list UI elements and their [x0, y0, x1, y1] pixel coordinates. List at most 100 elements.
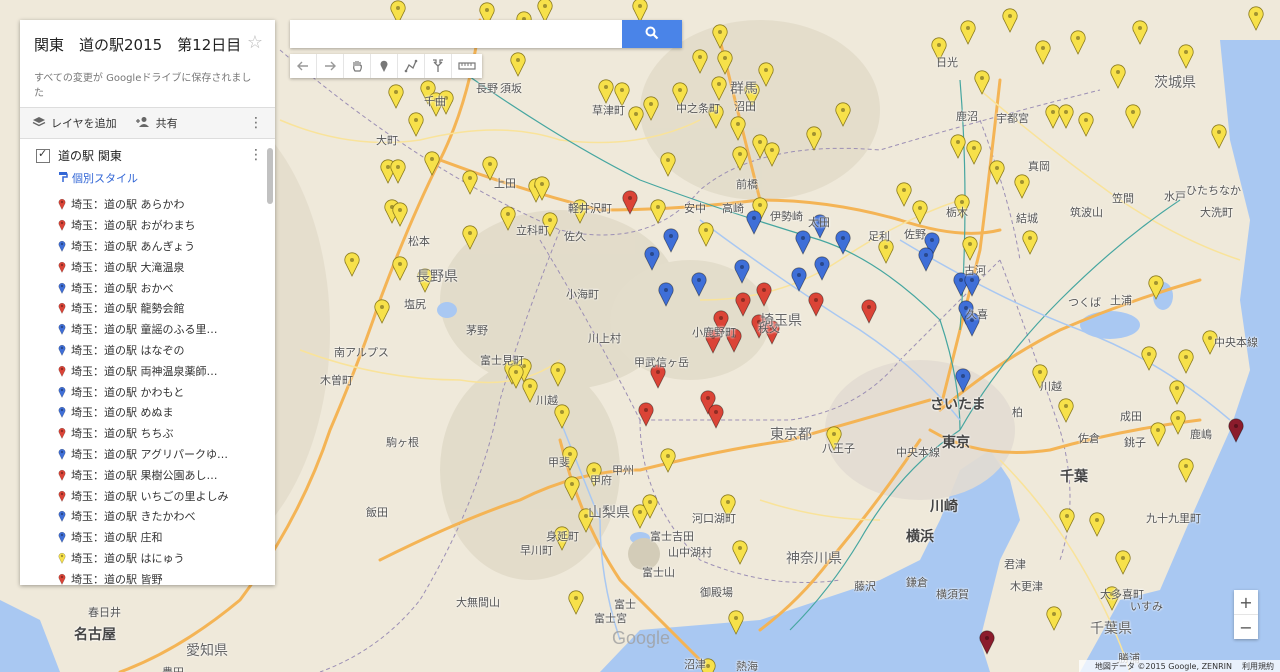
map-label: 千葉県	[1090, 621, 1132, 637]
marker-icon[interactable]	[371, 54, 398, 78]
layer-options-icon[interactable]: ⋮	[249, 147, 263, 163]
map-label: 立科町	[516, 224, 549, 237]
place-list-label: 埼玉：道の駅 果樹公園あし…	[71, 468, 218, 482]
place-list-item[interactable]: 埼玉：道の駅 両神温泉薬師…	[58, 360, 275, 381]
blue-marker-icon	[58, 344, 66, 356]
map-label: 草津町	[592, 104, 625, 117]
map-label: つくば	[1068, 296, 1101, 309]
red-marker-icon	[58, 365, 66, 377]
map-legend-panel: 関東 道の駅2015 第12日目 ☆ すべての変更が Googleドライブに保存…	[20, 20, 275, 585]
line-icon[interactable]	[398, 54, 425, 78]
zoom-out-button[interactable]: −	[1234, 615, 1258, 639]
place-list-label: 埼玉：道の駅 あんぎょう	[71, 239, 195, 253]
place-list-item[interactable]: 埼玉：道の駅 龍勢会館	[58, 298, 275, 319]
map-label: 筑波山	[1070, 206, 1103, 219]
map-title[interactable]: 関東 道の駅2015 第12日目	[34, 34, 261, 55]
more-options-icon[interactable]: ⋮	[249, 115, 263, 131]
share-label: 共有	[155, 117, 178, 130]
place-list-label: 埼玉：道の駅 かわもと	[71, 385, 185, 399]
blue-marker-icon	[58, 324, 66, 336]
search-input[interactable]	[290, 20, 622, 48]
layer-checkbox[interactable]	[36, 147, 50, 163]
redo-icon[interactable]	[317, 54, 344, 78]
map-label: 横須賀	[936, 588, 969, 601]
place-list-item[interactable]: 埼玉：道の駅 いちごの里よしみ	[58, 485, 275, 506]
map-label: 銚子	[1124, 436, 1146, 449]
map-label: 小鹿野町	[692, 326, 736, 339]
place-list-label: 埼玉：道の駅 はにゅう	[71, 551, 185, 565]
layer-name[interactable]: 道の駅 関東	[58, 147, 122, 164]
panel-scrollbar[interactable]	[267, 148, 273, 204]
place-list-label: 埼玉：道の駅 アグリパークゆ…	[71, 447, 228, 461]
place-list-item[interactable]: 埼玉：道の駅 あんぎょう	[58, 236, 275, 257]
place-list-item[interactable]: 埼玉：道の駅 皆野	[58, 568, 275, 585]
place-list-item[interactable]: 埼玉：道の駅 はにゅう	[58, 548, 275, 569]
paint-roller-icon	[58, 171, 68, 186]
place-list-item[interactable]: 埼玉：道の駅 大滝温泉	[58, 256, 275, 277]
place-list-item[interactable]: 埼玉：道の駅 はなぞの	[58, 340, 275, 361]
map-label: 小海町	[566, 288, 599, 301]
place-list-item[interactable]: 埼玉：道の駅 童謡のふる里…	[58, 319, 275, 340]
layers-icon	[32, 116, 46, 131]
map-label: 大町	[376, 134, 398, 147]
place-list-item[interactable]: 埼玉：道の駅 アグリパークゆ…	[58, 444, 275, 465]
map-label: 藤沢	[854, 580, 876, 593]
map-label: 鹿沼	[956, 110, 978, 123]
map-label: 高崎	[722, 202, 744, 215]
map-label: 神奈川県	[786, 551, 842, 567]
terms-link[interactable]: 利用規約	[1242, 661, 1274, 672]
map-label: 富士見町	[480, 354, 524, 367]
map-label: 九十九里町	[1146, 512, 1201, 525]
blue-marker-icon	[58, 240, 66, 252]
place-list-item[interactable]: 埼玉：道の駅 めぬま	[58, 402, 275, 423]
place-list-item[interactable]: 埼玉：道の駅 おがわまち	[58, 215, 275, 236]
map-stage[interactable]: 長野 須坂 千曲 上田 大町 松本 長野県 塩尻 茅野 富士見町 佐久 立科町 軽井沢町 安中 高崎 前橋 群馬…	[0, 0, 1280, 672]
search-bar	[290, 20, 682, 48]
map-label: 茅野	[466, 324, 488, 337]
map-label: 駒ヶ根	[386, 436, 419, 449]
ruler-icon[interactable]	[452, 54, 482, 78]
place-list-label: 埼玉：道の駅 童謡のふる里…	[71, 323, 218, 337]
map-label: 伊勢崎	[770, 210, 803, 223]
map-label: 春日井	[88, 606, 121, 619]
place-list-item[interactable]: 埼玉：道の駅 あらかわ	[58, 194, 275, 215]
blue-marker-icon	[58, 511, 66, 523]
place-list-item[interactable]: 埼玉：道の駅 果樹公園あし…	[58, 464, 275, 485]
add-person-icon	[135, 116, 151, 131]
place-list-item[interactable]: 埼玉：道の駅 ちちぶ	[58, 423, 275, 444]
style-link-label: 個別スタイル	[72, 172, 138, 185]
hand-icon[interactable]	[344, 54, 371, 78]
search-button[interactable]	[622, 20, 682, 48]
place-list-label: 埼玉：道の駅 めぬま	[71, 406, 174, 420]
map-label: 松本	[408, 235, 430, 248]
map-label: 沼田	[734, 100, 756, 113]
individual-style-link[interactable]: 個別スタイル	[20, 166, 275, 194]
add-layer-button[interactable]: レイヤを追加	[32, 115, 117, 131]
map-label: 佐野	[904, 228, 926, 241]
place-list-item[interactable]: 埼玉：道の駅 かわもと	[58, 381, 275, 402]
map-label: 大無間山	[456, 596, 500, 609]
map-label: 大多喜町	[1100, 588, 1144, 601]
map-label: 河口湖町	[692, 512, 736, 525]
place-list-label: 埼玉：道の駅 はなぞの	[71, 343, 185, 357]
place-list-item[interactable]: 埼玉：道の駅 庄和	[58, 527, 275, 548]
star-icon[interactable]: ☆	[247, 32, 263, 53]
map-label: 山中湖村	[668, 546, 712, 559]
google-logo: Google	[612, 628, 671, 648]
map-label: 川越	[1040, 380, 1062, 393]
yellow-marker-icon	[58, 552, 66, 564]
share-button[interactable]: 共有	[135, 115, 178, 131]
map-label: 八王子	[822, 442, 855, 455]
undo-icon[interactable]	[290, 54, 317, 78]
blue-marker-icon	[58, 386, 66, 398]
map-label: 御殿場	[700, 586, 733, 599]
map-label: 須坂	[500, 82, 522, 95]
place-list-item[interactable]: 埼玉：道の駅 きたかわべ	[58, 506, 275, 527]
place-list-item[interactable]: 埼玉：道の駅 おかべ	[58, 277, 275, 298]
red-marker-icon	[58, 573, 66, 585]
zoom-in-button[interactable]: +	[1234, 590, 1258, 615]
directions-icon[interactable]	[425, 54, 452, 78]
red-marker-icon	[58, 261, 66, 273]
map-footer: 地図データ ©2015 Google, ZENRIN 利用規約	[1078, 660, 1280, 672]
map-label: 豊田	[162, 664, 184, 672]
